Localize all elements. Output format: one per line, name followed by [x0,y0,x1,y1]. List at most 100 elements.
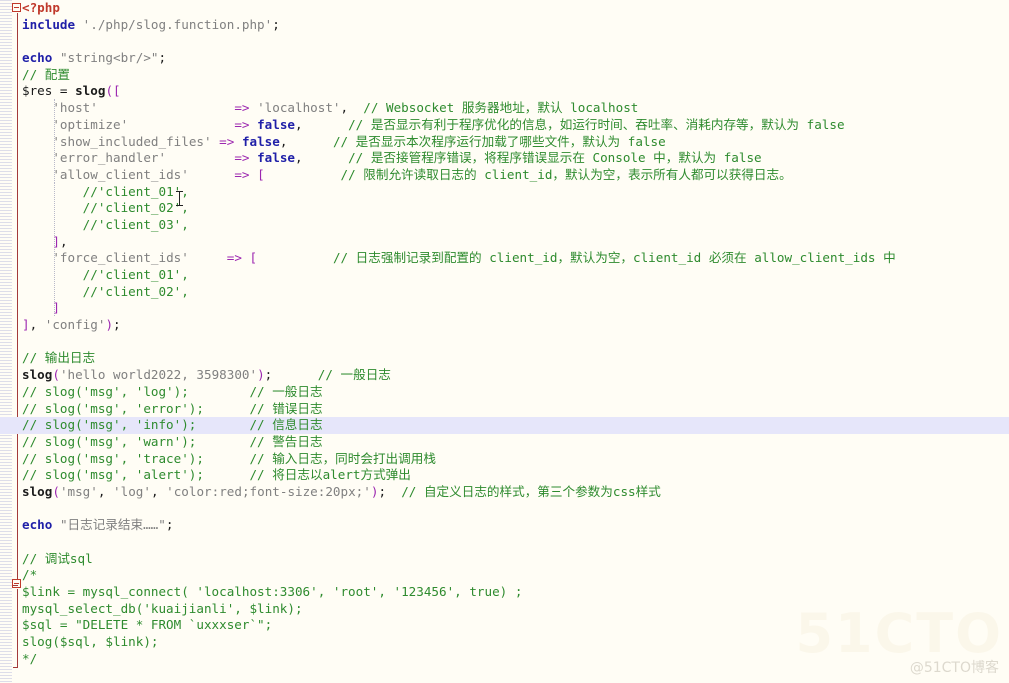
token-pun: ) [105,317,114,333]
token-cmt: // 日志强制记录到配置的 client_id，默认为空，client_id 必… [332,250,896,266]
token-kw: include [22,16,76,32]
code-line[interactable]: 'host' => 'localhost', // Websocket 服务器地… [0,100,1009,117]
token-kw: false [241,133,280,149]
code-line[interactable] [0,501,1009,518]
code-line[interactable]: include './php/slog.function.php'; [0,17,1009,34]
code-line[interactable]: ], 'config'); [0,317,1009,334]
token-str: 'log' [113,483,151,499]
token-cmt: // 是否显示有利于程序优化的信息，如运行时间、吞吐率、消耗内存等，默认为 fa… [348,116,845,132]
code-line[interactable]: slog($sql, $link); [0,634,1009,651]
token-op: , [97,483,114,499]
token-op [52,50,60,65]
code-line[interactable]: echo "string<br/>"; [0,50,1009,67]
token-pun: ( [52,367,60,383]
code-line[interactable]: echo "日志记录结束……"; [0,517,1009,534]
token-cmt: //'client_01', [82,183,189,199]
token-str: 'show_included_files' [52,133,212,149]
token-str: 'optimize' [52,116,129,132]
code-content[interactable]: <?php include './php/slog.function.php'; … [0,0,1009,668]
token-op [166,150,234,165]
code-line[interactable]: mysql_select_db('kuaijianli', $link); [0,601,1009,618]
code-line[interactable]: 'optimize' => false, // 是否显示有利于程序优化的信息，如… [0,117,1009,134]
code-line[interactable]: $res = slog([ [0,83,1009,100]
token-op: = [52,83,76,99]
token-cmt: // 是否显示本次程序运行加载了哪些文件，默认为 false [332,133,666,149]
code-line[interactable]: <?php [0,0,1009,17]
token-cmt: //'client_02', [82,200,189,216]
token-str: 'error_handler' [52,150,167,166]
code-line[interactable]: //'client_03', [0,217,1009,234]
token-cmt: // 一般日志 [317,367,391,383]
code-line[interactable]: /* [0,567,1009,584]
code-line[interactable]: // 配置 [0,67,1009,84]
code-line[interactable] [0,33,1009,50]
token-op [250,100,258,115]
token-op [98,100,234,115]
token-pun: ) [257,367,265,383]
token-op [250,167,258,182]
code-line[interactable]: // 调试sql [0,551,1009,568]
token-cmt: // slog('msg', 'alert'); // 将日志以alert方式弹… [22,467,411,483]
token-op: ; [165,517,174,533]
code-line[interactable]: //'client_01', [0,267,1009,284]
token-str: 'msg' [59,483,98,499]
code-line[interactable]: 'allow_client_ids' => [ // 限制允许读取日志的 cli… [0,167,1009,184]
token-op [242,250,250,265]
code-line[interactable] [0,534,1009,551]
code-line[interactable]: $link = mysql_connect( 'localhost:3306',… [0,584,1009,601]
token-cmt: // 输出日志 [22,350,96,366]
token-op: , [295,150,349,166]
code-line[interactable]: // slog('msg', 'alert'); // 将日志以alert方式弹… [0,467,1009,484]
code-line[interactable]: 'force_client_ids' => [ // 日志强制记录到配置的 cl… [0,250,1009,267]
token-str: 'host' [52,100,98,116]
token-op [234,134,242,149]
token-cmt: //'client_01', [82,267,189,282]
token-fn: slog [22,367,53,383]
code-line[interactable]: $sql = "DELETE * FROM `uxxxser`"; [0,617,1009,634]
token-pun: => [234,150,250,166]
code-line[interactable]: 'show_included_files' => false, // 是否显示本… [0,134,1009,151]
code-line[interactable]: //'client_02', [0,284,1009,301]
token-cmt: // slog('msg', 'info'); // 信息日志 [22,417,323,433]
token-kw: echo [22,50,53,66]
code-line[interactable]: // 输出日志 [0,350,1009,367]
token-pun: ] [52,233,60,249]
token-op [189,250,227,265]
code-line[interactable]: ] [0,300,1009,317]
token-str: 'force_client_ids' [52,250,189,266]
code-line[interactable]: //'client_02', [0,200,1009,217]
token-op [75,17,83,32]
token-cmt: //'client_02', [82,283,189,299]
code-line[interactable]: // slog('msg', 'error'); // 错误日志 [0,401,1009,418]
code-line[interactable]: // slog('msg', 'warn'); // 警告日志 [0,434,1009,451]
code-line[interactable]: ], [0,234,1009,251]
code-line[interactable]: */ [0,651,1009,668]
code-line[interactable]: //'client_01', [0,184,1009,201]
token-pun: ( [52,483,60,499]
token-op: ; [158,50,167,66]
token-kw: false [257,116,296,132]
token-pun: [ [249,250,258,266]
token-fn: slog [22,483,53,499]
code-line-current[interactable]: // slog('msg', 'info'); // 信息日志 [0,417,1009,434]
token-pun: => [234,100,250,116]
code-line[interactable]: // slog('msg', 'trace'); // 输入日志，同时会打出调用… [0,451,1009,468]
code-line[interactable]: slog('hello world2022, 3598300'); // 一般日… [0,367,1009,384]
code-editor[interactable]: <?php include './php/slog.function.php'; … [0,0,1009,683]
token-op: , [150,483,167,499]
code-line[interactable]: slog('msg', 'log', 'color:red;font-size:… [0,484,1009,501]
code-line[interactable] [0,334,1009,351]
code-line[interactable]: 'error_handler' => false, // 是否接管程序错误，将程… [0,150,1009,167]
token-pun: => [219,133,235,149]
code-line[interactable]: // slog('msg', 'log'); // 一般日志 [0,384,1009,401]
token-op: ; [272,16,280,32]
